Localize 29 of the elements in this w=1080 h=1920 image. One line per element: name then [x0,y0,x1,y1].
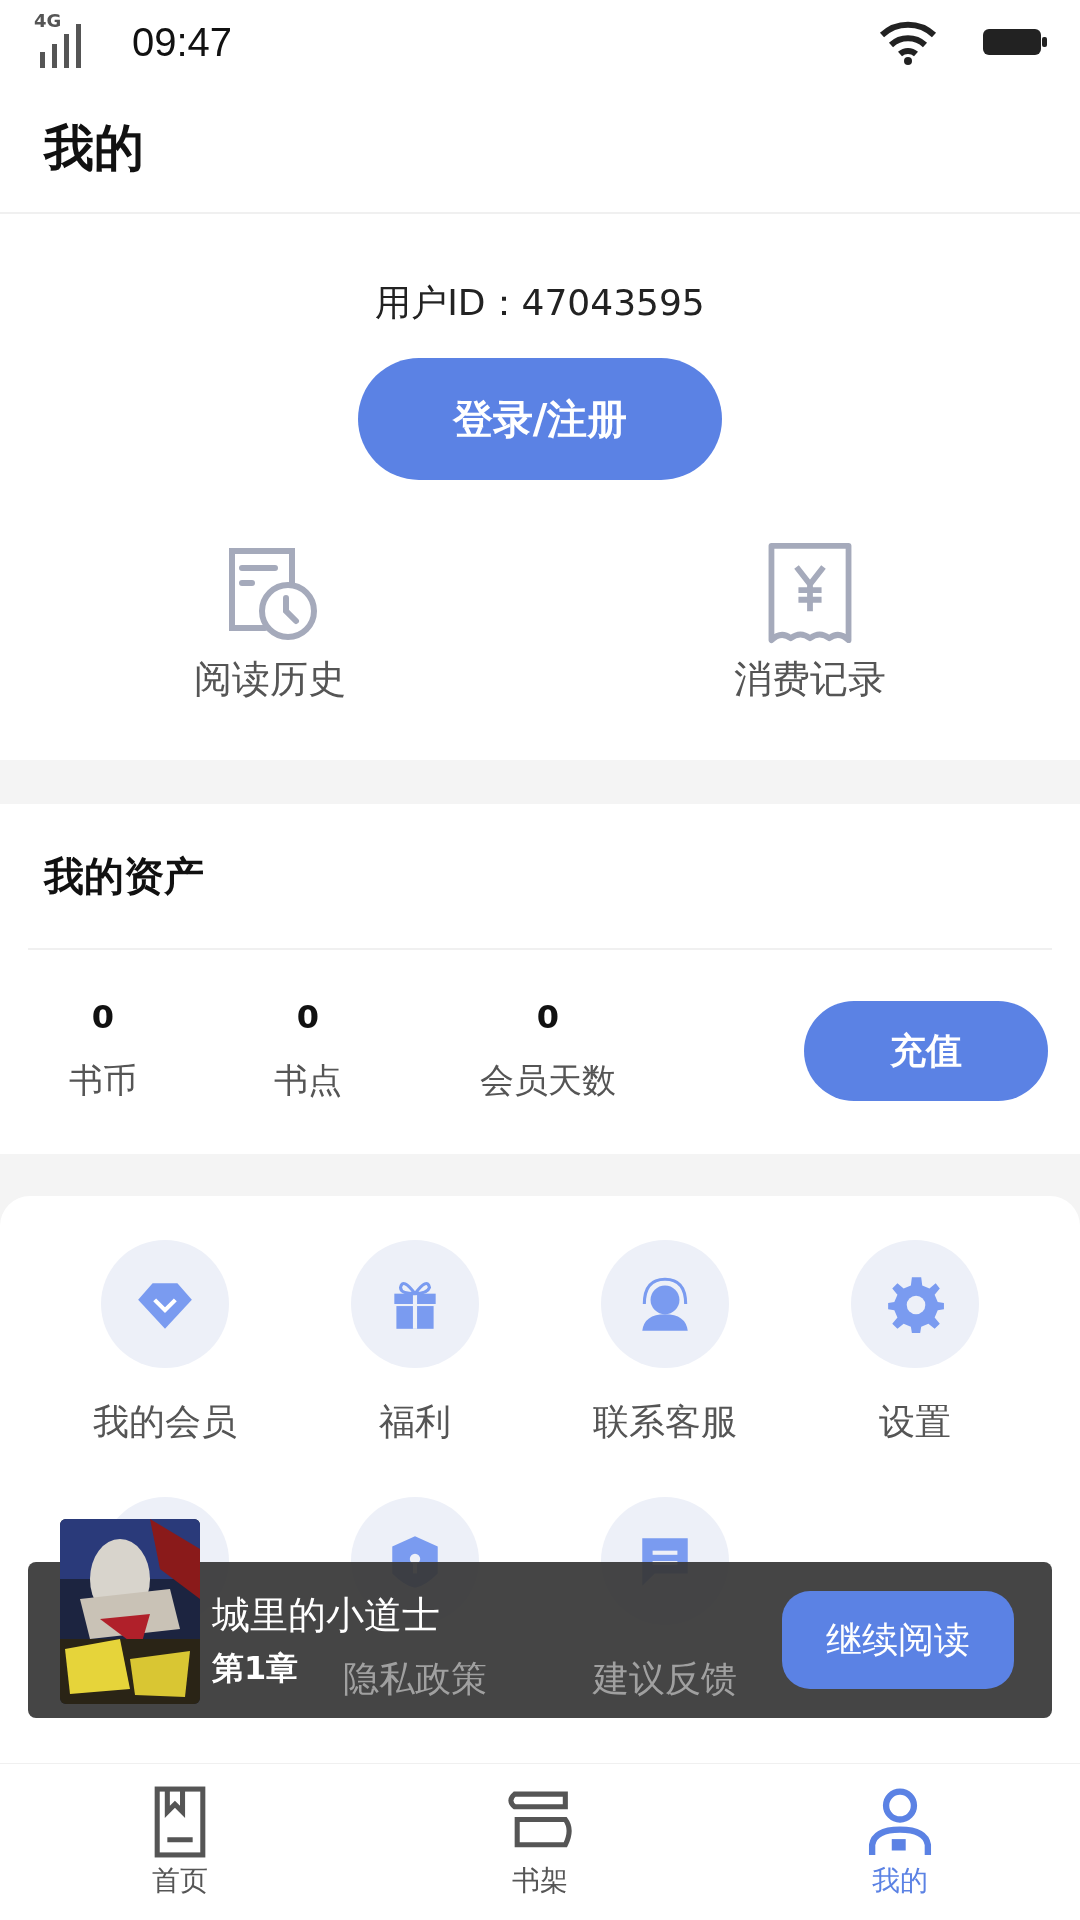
asset-label: 书币 [69,1059,137,1102]
asset-label: 书点 [274,1059,342,1102]
asset-value: 0 [91,998,115,1036]
book-title: 城里的小道士 [212,1591,440,1639]
service-label[interactable]: 我的会员 [93,1398,237,1447]
asset-label: 会员天数 [480,1059,616,1102]
shelf-tab[interactable]: 书架 [360,1764,720,1920]
quick-link-label[interactable]: 消费记录 [734,654,886,705]
me-tab[interactable]: 我的 [720,1764,1080,1920]
service-label[interactable]: 设置 [879,1398,951,1447]
quick-link-label[interactable]: 阅读历史 [194,654,346,705]
battery-icon [982,27,1048,57]
wifi-icon [878,19,938,65]
continue-reading-button[interactable]: 继续阅读 [782,1591,1014,1689]
login-button[interactable]: 登录/注册 [358,358,722,480]
home-tab[interactable]: 首页 [0,1764,360,1920]
user-id: 用户ID：47043595 [375,281,705,325]
section-title: 我的资产 [28,804,1052,950]
page-title: 我的 [44,117,144,179]
recharge-button[interactable]: 充值 [804,1001,1048,1101]
service-label[interactable]: 联系客服 [593,1398,737,1447]
network-type: 4G [34,10,62,31]
chapter-label: 第1章 [212,1647,299,1689]
service-label[interactable]: 隐私政策 [343,1655,487,1704]
service-label[interactable]: 福利 [379,1398,451,1447]
service-label[interactable]: 建议反馈 [593,1655,737,1704]
clock-time: 09:47 [132,19,233,65]
asset-value: 0 [296,998,320,1036]
asset-value: 0 [536,998,560,1036]
